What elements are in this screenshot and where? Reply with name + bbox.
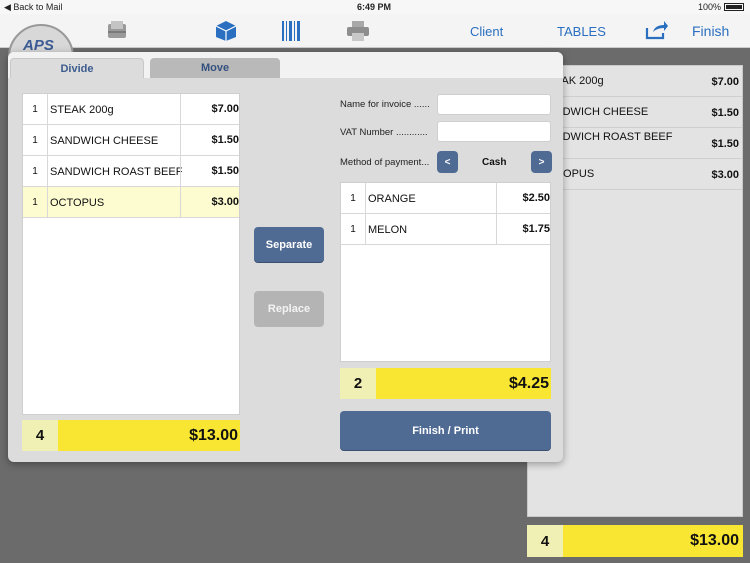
invoice-name-field[interactable] xyxy=(437,94,551,115)
client-button[interactable]: Client xyxy=(470,24,503,39)
split-items-list: 1 ORANGE $2.50 1 MELON $1.75 xyxy=(340,182,551,362)
table-row[interactable]: 1 STEAK 200g $7.00 xyxy=(23,94,239,125)
status-bar: ◀ Back to Mail 6:49 PM 100% xyxy=(0,0,750,14)
table-row[interactable]: 1 SANDWICH CHEESE $1.50 xyxy=(23,125,239,156)
item-price: $1.50 xyxy=(711,107,739,119)
total-count: 4 xyxy=(22,420,58,451)
item-price: $1.75 xyxy=(496,214,550,244)
vat-number-field[interactable] xyxy=(437,121,551,142)
barcode-icon[interactable] xyxy=(281,20,301,42)
source-items-list: 1 STEAK 200g $7.00 1 SANDWICH CHEESE $1.… xyxy=(22,93,240,415)
item-qty: 1 xyxy=(23,187,48,217)
back-to-mail-link[interactable]: ◀ Back to Mail xyxy=(4,2,62,13)
payment-method-value: Cash xyxy=(482,157,507,168)
split-total: 2 $4.25 xyxy=(340,368,551,399)
printer-icon[interactable] xyxy=(346,20,370,42)
total-amount: $13.00 xyxy=(563,525,743,557)
battery-level: 100% xyxy=(697,2,721,12)
tab-divide[interactable]: Divide xyxy=(10,58,144,78)
item-price: $3.00 xyxy=(180,187,239,217)
share-icon[interactable] xyxy=(645,20,669,40)
total-amount: $4.25 xyxy=(376,368,551,399)
tab-move[interactable]: Move xyxy=(150,58,280,78)
replace-button[interactable]: Replace xyxy=(254,291,324,327)
table-row[interactable]: 1 SANDWICH ROAST BEEF $1.50 xyxy=(23,156,239,187)
item-name: OCTOPUS xyxy=(50,197,105,209)
payment-prev-button[interactable]: < xyxy=(437,151,458,173)
item-name: MELON xyxy=(368,224,408,236)
item-name: SANDWICH ROAST BEEF xyxy=(50,166,183,178)
item-price: $1.50 xyxy=(711,138,739,150)
payment-method-label: Method of payment... xyxy=(340,157,430,168)
vat-number-label: VAT Number ............ xyxy=(340,127,428,138)
table-row[interactable]: 1 ORANGE $2.50 xyxy=(341,183,550,214)
battery-icon xyxy=(724,3,744,11)
finish-print-button[interactable]: Finish / Print xyxy=(340,411,551,451)
battery-indicator: 100% xyxy=(698,2,744,12)
table-row-selected[interactable]: 1 OCTOPUS $3.00 xyxy=(23,187,239,218)
item-name: ORANGE xyxy=(368,193,416,205)
dialog-tabs: Divide Move xyxy=(8,52,563,78)
payment-next-button[interactable]: > xyxy=(531,151,552,173)
source-total: 4 $13.00 xyxy=(22,420,240,451)
item-qty: 1 xyxy=(341,183,366,213)
clock: 6:49 PM xyxy=(357,2,392,12)
item-qty: 1 xyxy=(23,156,48,186)
back-label: Back to Mail xyxy=(13,2,63,12)
item-qty: 1 xyxy=(23,94,48,124)
order-total: 4 $13.00 xyxy=(527,525,743,557)
inbox-icon[interactable] xyxy=(106,20,128,40)
total-amount: $13.00 xyxy=(58,420,240,451)
item-price: $1.50 xyxy=(180,125,239,155)
item-name: SANDWICH CHEESE xyxy=(50,135,159,147)
toolbar: Client TABLES Finish xyxy=(0,14,750,48)
item-price: $2.50 xyxy=(496,183,550,213)
total-count: 4 xyxy=(527,525,563,557)
item-price: $1.50 xyxy=(180,156,239,186)
invoice-name-label: Name for invoice ...... xyxy=(340,99,430,110)
item-qty: 1 xyxy=(341,214,366,244)
box-icon[interactable] xyxy=(215,20,237,42)
separate-button[interactable]: Separate xyxy=(254,227,324,263)
total-count: 2 xyxy=(340,368,376,399)
table-row[interactable]: 1 MELON $1.75 xyxy=(341,214,550,245)
item-price: $7.00 xyxy=(711,76,739,88)
item-name: STEAK 200g xyxy=(50,104,114,116)
finish-button[interactable]: Finish xyxy=(692,23,729,39)
tables-button[interactable]: TABLES xyxy=(557,24,606,39)
item-price: $3.00 xyxy=(711,169,739,181)
item-price: $7.00 xyxy=(180,94,239,124)
item-qty: 1 xyxy=(23,125,48,155)
split-bill-dialog: Divide Move 1 STEAK 200g $7.00 1 SANDWIC… xyxy=(8,52,563,462)
